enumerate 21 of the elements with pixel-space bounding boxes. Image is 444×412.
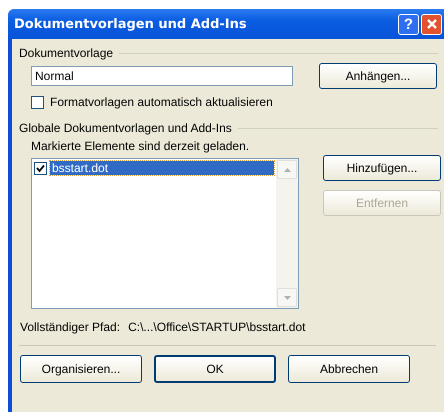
group-label: Globale Dokumentvorlagen und Add-Ins — [19, 121, 232, 135]
path-label: Vollständiger Pfad: — [20, 320, 120, 334]
checkbox-label[interactable]: Formatvorlagen automatisch aktualisieren — [50, 95, 273, 109]
info-text: Markierte Elemente sind derzeit geladen. — [31, 139, 250, 153]
window-title: Dokumentvorlagen und Add-Ins — [14, 16, 248, 32]
list-item[interactable]: bsstart.dot — [50, 161, 274, 175]
template-field[interactable]: Normal — [31, 66, 293, 86]
add-button[interactable]: Hinzufügen... — [323, 155, 441, 181]
up-arrow-icon — [284, 168, 290, 172]
attach-button[interactable]: Anhängen... — [319, 63, 437, 89]
group-label: Dokumentvorlage — [19, 46, 114, 60]
dialog-button[interactable]: OK — [154, 355, 276, 383]
dialog-button[interactable]: Organisieren... — [20, 355, 142, 383]
path-value: C:\...\Office\STARTUP\bsstart.dot — [128, 320, 306, 334]
close-icon — [426, 18, 438, 30]
dialog-button[interactable]: Abbrechen — [288, 355, 410, 383]
checkbox[interactable] — [31, 96, 44, 108]
help-button[interactable]: ? — [398, 14, 419, 34]
down-arrow-icon — [284, 296, 290, 300]
close-button[interactable] — [421, 14, 442, 34]
checkbox[interactable] — [34, 162, 47, 174]
